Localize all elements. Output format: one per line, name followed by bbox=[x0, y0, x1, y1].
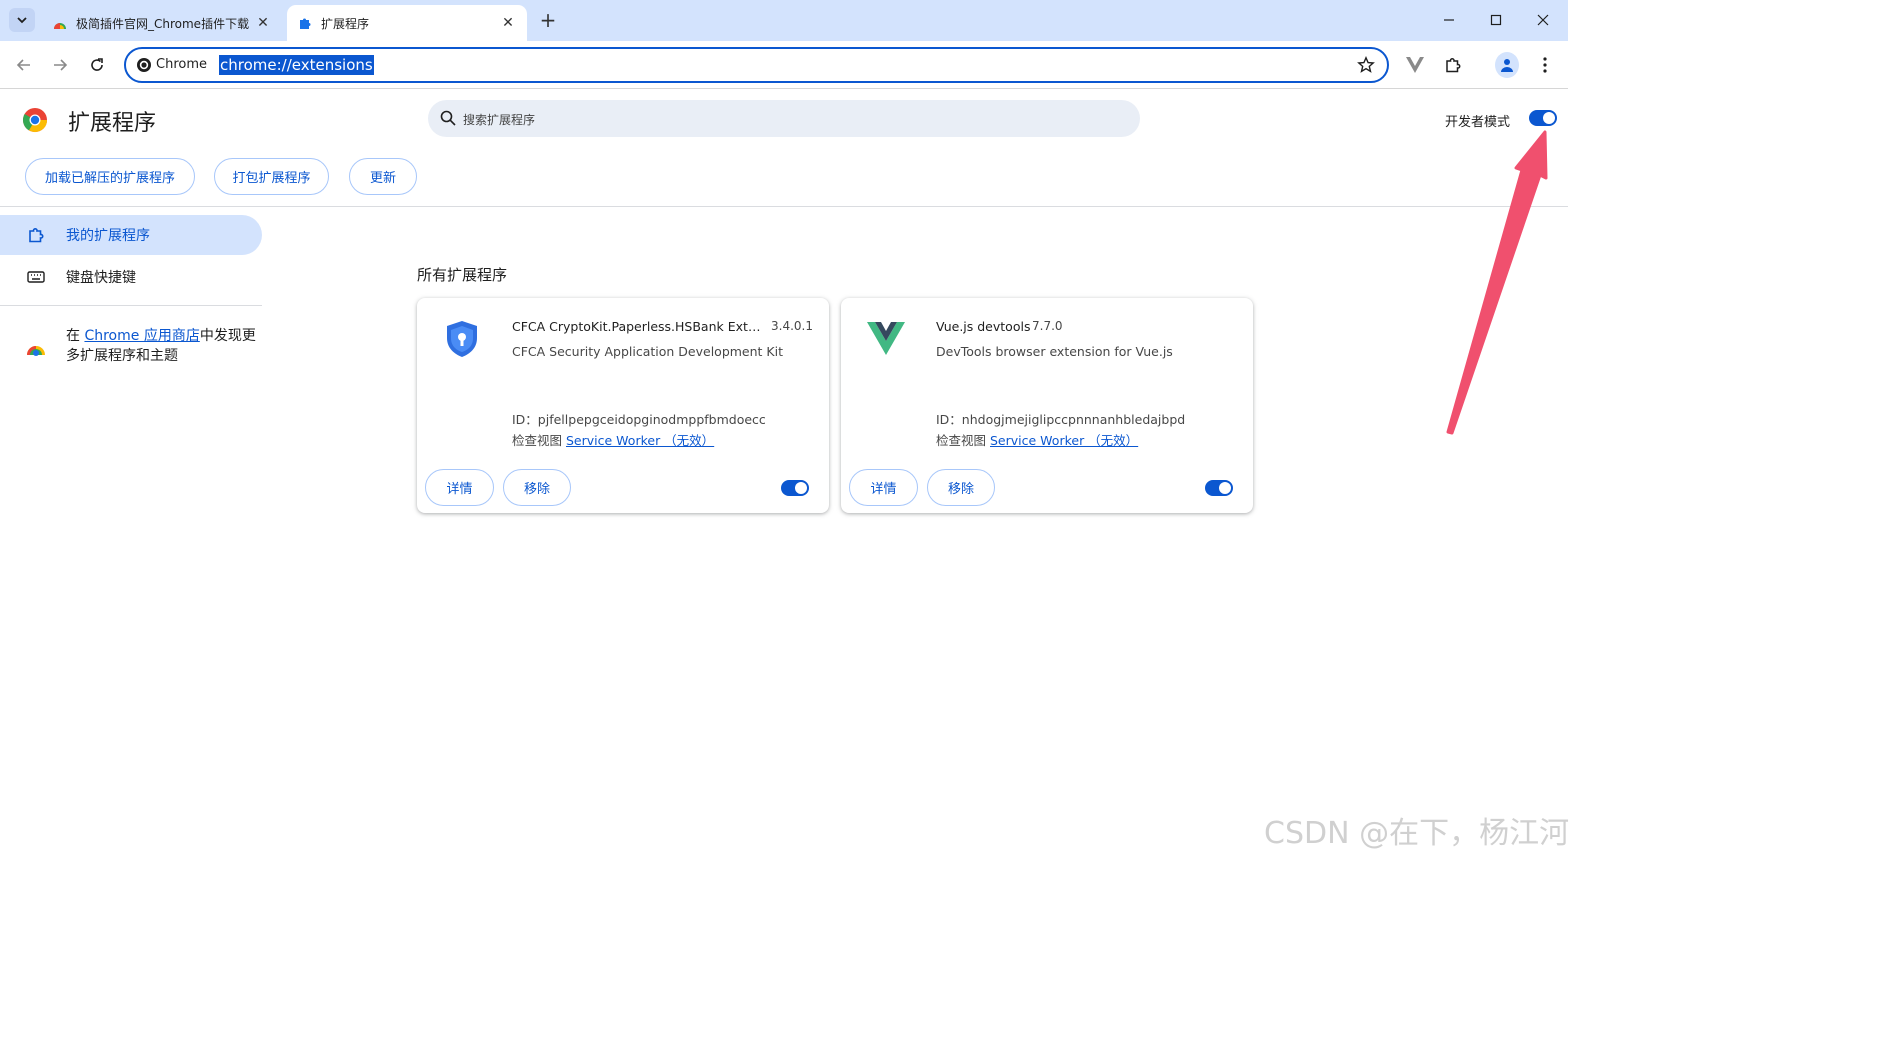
promo-prefix: 在 bbox=[66, 328, 85, 344]
omnibox-chip: Chrome bbox=[156, 57, 207, 72]
remove-button[interactable]: 移除 bbox=[503, 469, 571, 506]
inspect-label: 检查视图 bbox=[512, 433, 563, 448]
sidebar-item-label: 我的扩展程序 bbox=[66, 228, 150, 244]
watermark: CSDN @在下，杨江河 bbox=[1264, 816, 1570, 851]
close-icon bbox=[1537, 14, 1549, 26]
reload-icon bbox=[91, 58, 103, 71]
address-bar[interactable]: Chrome chrome://extensions bbox=[124, 47, 1389, 83]
chevron-down-icon bbox=[17, 17, 27, 24]
extension-enable-toggle[interactable] bbox=[781, 480, 809, 496]
chrome-logo-icon bbox=[22, 108, 47, 133]
tab-search-button[interactable] bbox=[9, 8, 35, 32]
inspect-label: 检查视图 bbox=[936, 433, 987, 448]
extension-description: DevTools browser extension for Vue.js bbox=[936, 344, 1173, 359]
extension-logo bbox=[443, 320, 481, 358]
service-worker-link[interactable]: Service Worker （无效） bbox=[566, 433, 714, 448]
extension-card-cfca: CFCA CryptoKit.Paperless.HSBank Extens..… bbox=[417, 298, 829, 513]
section-title: 所有扩展程序 bbox=[417, 266, 508, 284]
shield-icon bbox=[447, 321, 477, 357]
puzzle-icon bbox=[1446, 58, 1461, 73]
extension-version: 3.4.0.1 bbox=[771, 319, 813, 333]
reload-button[interactable] bbox=[85, 53, 109, 77]
new-tab-button[interactable]: + bbox=[536, 8, 560, 32]
webstore-link[interactable]: Chrome 应用商店 bbox=[84, 328, 199, 344]
webstore-icon bbox=[27, 346, 45, 356]
person-icon bbox=[1501, 59, 1513, 72]
inspect-views: 检查视图 Service Worker （无效） bbox=[512, 430, 714, 449]
site-favicon-icon bbox=[54, 23, 66, 29]
dev-mode-label: 开发者模式 bbox=[1445, 115, 1511, 130]
url-text[interactable]: chrome://extensions bbox=[219, 55, 374, 75]
tab-close-icon[interactable]: ✕ bbox=[254, 15, 272, 31]
puzzle-icon bbox=[29, 228, 44, 243]
tab-close-icon[interactable]: ✕ bbox=[499, 15, 517, 31]
more-vert-icon bbox=[1543, 57, 1547, 73]
page-title: 扩展程序 bbox=[68, 111, 157, 136]
extension-version: 7.7.0 bbox=[1032, 319, 1063, 333]
service-worker-link[interactable]: Service Worker （无效） bbox=[990, 433, 1138, 448]
arrow-left-icon bbox=[16, 59, 30, 71]
extension-logo bbox=[867, 320, 905, 358]
chrome-icon bbox=[137, 58, 151, 72]
details-button[interactable]: 详情 bbox=[849, 469, 918, 506]
pack-extension-button[interactable]: 打包扩展程序 bbox=[214, 158, 329, 195]
details-button[interactable]: 详情 bbox=[425, 469, 494, 506]
toggle-knob bbox=[1219, 482, 1231, 494]
extension-name: CFCA CryptoKit.Paperless.HSBank Extens..… bbox=[512, 319, 764, 334]
toggle-knob bbox=[795, 482, 807, 494]
sidebar-item-my-extensions[interactable]: 我的扩展程序 bbox=[0, 215, 262, 255]
extension-card-vue: Vue.js devtools 7.7.0 DevTools browser e… bbox=[841, 298, 1253, 513]
sidebar-item-keyboard-shortcuts[interactable]: 键盘快捷键 bbox=[0, 257, 262, 297]
sidebar-divider bbox=[0, 305, 262, 306]
puzzle-icon bbox=[300, 18, 311, 29]
avatar bbox=[1495, 52, 1519, 78]
tab-strip: 极简插件官网_Chrome插件下载 ✕ 扩展程序 ✕ + bbox=[0, 0, 1568, 41]
extensions-search-input[interactable]: 搜索扩展程序 bbox=[428, 100, 1140, 137]
forward-button[interactable] bbox=[48, 53, 72, 77]
back-button[interactable] bbox=[12, 53, 36, 77]
load-unpacked-button[interactable]: 加载已解压的扩展程序 bbox=[25, 158, 195, 195]
star-icon[interactable] bbox=[1357, 56, 1375, 74]
extensions-menu-button[interactable] bbox=[1441, 53, 1465, 77]
close-window-button[interactable] bbox=[1531, 8, 1555, 32]
update-button[interactable]: 更新 bbox=[349, 158, 417, 195]
extension-description: CFCA Security Application Development Ki… bbox=[512, 344, 783, 359]
toggle-knob bbox=[1543, 112, 1555, 124]
arrow-right-icon bbox=[54, 59, 68, 71]
search-placeholder: 搜索扩展程序 bbox=[463, 113, 536, 127]
browser-toolbar: Chrome chrome://extensions bbox=[0, 41, 1568, 89]
minimize-button[interactable] bbox=[1437, 8, 1461, 32]
dev-mode-toggle[interactable] bbox=[1529, 110, 1557, 126]
tab-title: 极简插件官网_Chrome插件下载 bbox=[76, 16, 250, 31]
extension-enable-toggle[interactable] bbox=[1205, 480, 1233, 496]
inspect-views: 检查视图 Service Worker （无效） bbox=[936, 430, 1138, 449]
tab-jijian[interactable]: 极简插件官网_Chrome插件下载 ✕ bbox=[42, 5, 282, 41]
remove-button[interactable]: 移除 bbox=[927, 469, 995, 506]
keyboard-icon bbox=[27, 271, 45, 283]
sidebar-item-label: 键盘快捷键 bbox=[66, 270, 136, 286]
extension-id: ID：nhdogjmejiglipccpnnnanhbledajbpd bbox=[936, 412, 1186, 427]
search-icon bbox=[440, 110, 456, 126]
profile-button[interactable] bbox=[1495, 52, 1519, 78]
minimize-icon bbox=[1444, 19, 1454, 21]
vue-icon bbox=[1406, 57, 1424, 73]
chrome-menu-button[interactable] bbox=[1533, 53, 1557, 77]
maximize-button[interactable] bbox=[1484, 8, 1508, 32]
extension-name: Vue.js devtools bbox=[936, 319, 1031, 334]
tab-extensions[interactable]: 扩展程序 ✕ bbox=[287, 5, 527, 41]
maximize-icon bbox=[1490, 14, 1502, 26]
vue-icon bbox=[867, 322, 905, 355]
tab-title: 扩展程序 bbox=[321, 16, 370, 31]
vue-devtools-extension-button[interactable] bbox=[1403, 53, 1427, 77]
header-divider bbox=[0, 206, 1568, 207]
extension-id: ID：pjfellpepgceidopginodmppfbmdoecc bbox=[512, 412, 766, 427]
